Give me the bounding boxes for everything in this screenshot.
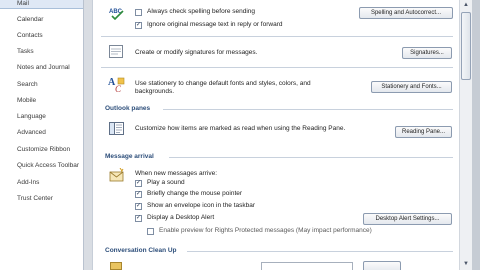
desktop-alert-label: Display a Desktop Alert (147, 214, 215, 221)
rights-protected-preview-checkbox[interactable] (147, 228, 154, 235)
section-divider (187, 251, 453, 252)
stationery-and-fonts-button[interactable]: Stationery and Fonts... (371, 81, 452, 93)
window-border (472, 0, 480, 270)
envelope-arrival-icon (109, 167, 125, 182)
signature-icon (109, 45, 123, 58)
sidebar-item-contacts[interactable]: Contacts (0, 29, 83, 42)
sidebar-item-calendar[interactable]: Calendar (0, 13, 83, 26)
change-mouse-pointer-checkbox[interactable]: ✓ (135, 191, 142, 198)
always-check-spelling-label: Always check spelling before sending (147, 8, 256, 15)
stationery-icon: A C (108, 76, 126, 94)
sidebar-item-mail[interactable]: Mail (0, 0, 83, 9)
mail-options-panel: ABC Always check spelling before sending… (92, 0, 459, 270)
rights-protected-preview-label: Enable preview for Rights Protected mess… (159, 227, 372, 234)
change-mouse-pointer-label: Briefly change the mouse pointer (147, 190, 243, 197)
desktop-alert-settings-button[interactable]: Desktop Alert Settings... (363, 213, 452, 225)
sidebar-item-quick-access-toolbar[interactable]: Quick Access Toolbar (0, 159, 83, 172)
reading-pane-icon (109, 122, 124, 135)
cleanup-folder-field[interactable] (261, 262, 353, 270)
always-check-spelling-checkbox[interactable] (135, 9, 142, 16)
stationery-description-line1: Use stationery to change default fonts a… (135, 80, 311, 87)
signatures-button[interactable]: Signatures... (402, 47, 452, 59)
sidebar-item-add-ins[interactable]: Add-Ins (0, 176, 83, 189)
envelope-icon-taskbar-label: Show an envelope icon in the taskbar (147, 202, 256, 209)
stationery-description-line2: backgrounds. (135, 88, 175, 95)
section-divider (169, 157, 453, 158)
section-divider (163, 109, 453, 110)
play-sound-checkbox[interactable]: ✓ (135, 180, 142, 187)
sidebar-item-customize-ribbon[interactable]: Customize Ribbon (0, 143, 83, 156)
sidebar-item-mobile[interactable]: Mobile (0, 94, 83, 107)
scroll-down-arrow-icon[interactable]: ▼ (462, 260, 470, 268)
signatures-description: Create or modify signatures for messages… (135, 49, 258, 56)
section-divider (101, 36, 453, 37)
desktop-alert-checkbox[interactable]: ✓ (135, 215, 142, 222)
options-sidebar: Mail Calendar Contacts Tasks Notes and J… (0, 0, 84, 270)
reading-pane-button[interactable]: Reading Pane... (395, 126, 452, 138)
sidebar-item-advanced[interactable]: Advanced (0, 126, 83, 139)
play-sound-label: Play a sound (147, 179, 185, 186)
spelling-abc-icon: ABC (109, 6, 125, 21)
sidebar-item-trust-center[interactable]: Trust Center (0, 192, 83, 205)
spelling-and-autocorrect-button[interactable]: Spelling and Autocorrect... (359, 7, 453, 19)
ignore-original-text-label: Ignore original message text in reply or… (147, 21, 283, 28)
sidebar-item-search[interactable]: Search (0, 78, 83, 91)
cleanup-browse-button[interactable] (363, 261, 401, 270)
conversation-clean-up-heading: Conversation Clean Up (105, 247, 177, 254)
outlook-panes-heading: Outlook panes (105, 105, 151, 112)
sidebar-item-notes-and-journal[interactable]: Notes and Journal (0, 61, 83, 74)
svg-text:C: C (115, 84, 122, 94)
message-arrival-heading: Message arrival (105, 153, 154, 160)
vertical-scrollbar[interactable]: ▲ ▼ (459, 0, 472, 270)
sidebar-item-tasks[interactable]: Tasks (0, 45, 83, 58)
section-divider (101, 67, 453, 68)
envelope-icon-taskbar-checkbox[interactable]: ✓ (135, 203, 142, 210)
sidebar-item-language[interactable]: Language (0, 110, 83, 123)
scrollbar-thumb[interactable] (461, 12, 471, 80)
reading-pane-description: Customize how items are marked as read w… (135, 125, 346, 132)
scroll-up-arrow-icon[interactable]: ▲ (462, 1, 470, 9)
folder-icon (110, 262, 122, 270)
when-new-messages-label: When new messages arrive: (135, 170, 218, 177)
ignore-original-text-checkbox[interactable]: ✓ (135, 22, 142, 29)
